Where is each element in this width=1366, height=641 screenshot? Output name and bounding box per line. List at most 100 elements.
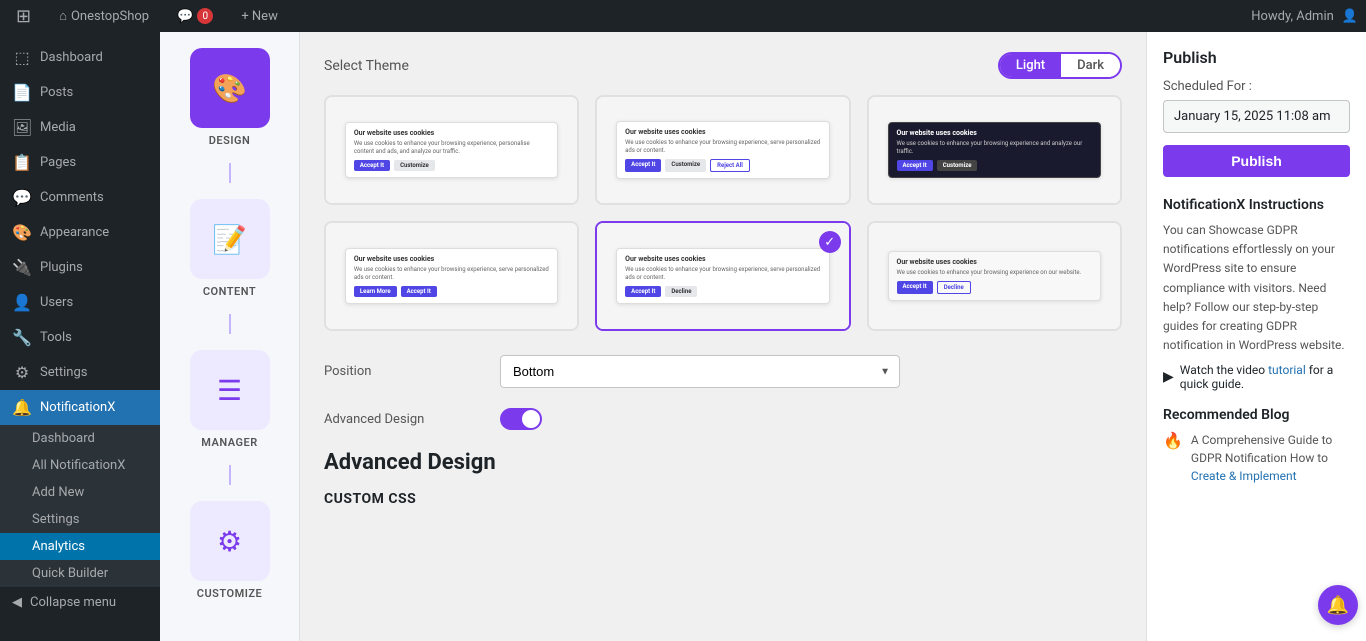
submenu-item-settings[interactable]: Settings [0,506,160,533]
position-select-wrapper[interactable]: Bottom Top Top Left Top Right Bottom Lef… [500,355,900,388]
position-label: Position [324,364,484,379]
step-design[interactable]: 🎨 DESIGN [168,48,291,147]
theme-card-3[interactable]: Our website uses cookies We use cookies … [867,95,1122,205]
theme-toggle[interactable]: Light Dark [998,52,1122,79]
themes-grid: Our website uses cookies We use cookies … [324,95,1122,331]
wp-logo-icon: ⊞ [16,6,31,27]
sidebar-item-notificationx[interactable]: 🔔 NotificationX [0,390,160,425]
comments-menu-icon: 💬 [12,188,32,207]
content-icon: 📝 [212,223,247,256]
video-icon: ▶ [1163,369,1174,385]
step-connector-1 [229,163,231,183]
sidebar-label-media: Media [40,120,76,135]
theme-card-2[interactable]: Our website uses cookies We use cookies … [595,95,850,205]
sidebar-item-appearance[interactable]: 🎨 Appearance [0,215,160,250]
customize-icon-box: ⚙ [190,501,270,581]
admin-sidebar: ⬚ Dashboard 📄 Posts 🖼 Media 📋 Pages 💬 Co… [0,32,160,641]
theme-card-inner-4: Our website uses cookies We use cookies … [326,223,577,329]
theme-card-inner-2: Our website uses cookies We use cookies … [597,97,848,203]
sidebar-label-pages: Pages [40,155,76,170]
settings-icon: ⚙ [12,363,32,382]
sidebar-item-media[interactable]: 🖼 Media [0,110,160,145]
home-icon: ⌂ [59,8,67,24]
recommended-item: 🔥 A Comprehensive Guide to GDPR Notifica… [1163,431,1350,485]
submenu-item-all[interactable]: All NotificationX [0,452,160,479]
sidebar-item-pages[interactable]: 📋 Pages [0,145,160,180]
wp-logo-link[interactable]: ⊞ [8,0,39,32]
scheduled-label: Scheduled For : [1163,79,1350,94]
appearance-icon: 🎨 [12,223,32,242]
submenu-item-analytics[interactable]: Analytics [0,533,160,560]
new-label: + New [241,9,278,24]
publish-button[interactable]: Publish [1163,145,1350,177]
media-icon: 🖼 [12,118,32,137]
light-mode-button[interactable]: Light [1000,54,1061,77]
instructions-text: You can Showcase GDPR notifications effo… [1163,221,1350,355]
new-content-link[interactable]: + New [233,0,286,32]
submenu-label-settings: Settings [32,512,79,527]
tools-icon: 🔧 [12,328,32,347]
scheduled-value: January 15, 2025 11:08 am [1163,100,1350,133]
notification-bell[interactable]: 🔔 [1318,585,1358,625]
design-label: DESIGN [209,134,251,147]
site-name: OnestopShop [71,9,149,24]
submenu-item-dashboard[interactable]: Dashboard [0,425,160,452]
theme-preview-6: Our website uses cookies We use cookies … [888,251,1102,301]
publish-title: Publish [1163,48,1350,67]
sidebar-item-comments[interactable]: 💬 Comments [0,180,160,215]
theme-card-6[interactable]: Our website uses cookies We use cookies … [867,221,1122,331]
theme-card-5[interactable]: Our website uses cookies We use cookies … [595,221,850,331]
step-content[interactable]: 📝 CONTENT [168,199,291,298]
collapse-arrow-icon: ◀ [12,595,22,610]
step-connector-2 [229,314,231,334]
advanced-design-row: Advanced Design [324,408,1122,430]
design-icon-box: 🎨 [190,48,270,128]
toggle-switch[interactable] [500,408,900,430]
advanced-design-section-title: Advanced Design [324,450,1122,475]
recommended-title: Recommended Blog [1163,407,1350,423]
collapse-menu-button[interactable]: ◀ Collapse menu [0,587,160,618]
position-field-row: Position Bottom Top Top Left Top Right B… [324,355,1122,388]
theme-card-4[interactable]: Our website uses cookies We use cookies … [324,221,579,331]
position-control[interactable]: Bottom Top Top Left Top Right Bottom Lef… [500,355,900,388]
submenu-item-builder[interactable]: Quick Builder [0,560,160,587]
theme-card-1[interactable]: Our website uses cookies We use cookies … [324,95,579,205]
select-theme-label: Select Theme [324,58,409,74]
theme-preview-5: Our website uses cookies We use cookies … [616,248,830,304]
theme-preview-2: Our website uses cookies We use cookies … [616,121,830,179]
submenu-item-add[interactable]: Add New [0,479,160,506]
tutorial-link[interactable]: tutorial [1268,363,1306,377]
advanced-design-toggle[interactable] [500,408,900,430]
users-icon: 👤 [12,293,32,312]
comments-link[interactable]: 💬 0 [169,0,221,32]
content-icon-box: 📝 [190,199,270,279]
position-select[interactable]: Bottom Top Top Left Top Right Bottom Lef… [500,355,900,388]
watch-video-text: Watch the video tutorial for a quick gui… [1180,363,1350,391]
sidebar-item-dashboard[interactable]: ⬚ Dashboard [0,40,160,75]
sidebar-label-plugins: Plugins [40,260,83,275]
notificationx-submenu: Dashboard All NotificationX Add New Sett… [0,425,160,587]
watch-video-row: ▶ Watch the video tutorial for a quick g… [1163,363,1350,391]
sidebar-item-tools[interactable]: 🔧 Tools [0,320,160,355]
plugins-icon: 🔌 [12,258,32,277]
submenu-label-add: Add New [32,485,84,500]
sidebar-item-posts[interactable]: 📄 Posts [0,75,160,110]
right-sidebar: Publish Scheduled For : January 15, 2025… [1146,32,1366,641]
site-name-link[interactable]: ⌂ OnestopShop [51,0,157,32]
sidebar-label-settings: Settings [40,365,87,380]
admin-bar: ⊞ ⌂ OnestopShop 💬 0 + New Howdy, Admin 👤 [0,0,1366,32]
toggle-thumb [522,410,540,428]
theme-card-inner-5: Our website uses cookies We use cookies … [597,223,848,329]
fire-icon: 🔥 [1163,431,1183,450]
theme-preview-4: Our website uses cookies We use cookies … [345,248,559,304]
step-manager[interactable]: ☰ MANAGER [168,350,291,449]
blog-link[interactable]: Create & Implement [1191,469,1297,483]
dark-mode-button[interactable]: Dark [1061,54,1120,77]
instructions-title: NotificationX Instructions [1163,197,1350,213]
toggle-track[interactable] [500,408,542,430]
sidebar-item-settings[interactable]: ⚙ Settings [0,355,160,390]
step-customize[interactable]: ⚙ CUSTOMIZE [168,501,291,600]
advanced-design-label: Advanced Design [324,412,484,427]
sidebar-item-plugins[interactable]: 🔌 Plugins [0,250,160,285]
sidebar-item-users[interactable]: 👤 Users [0,285,160,320]
